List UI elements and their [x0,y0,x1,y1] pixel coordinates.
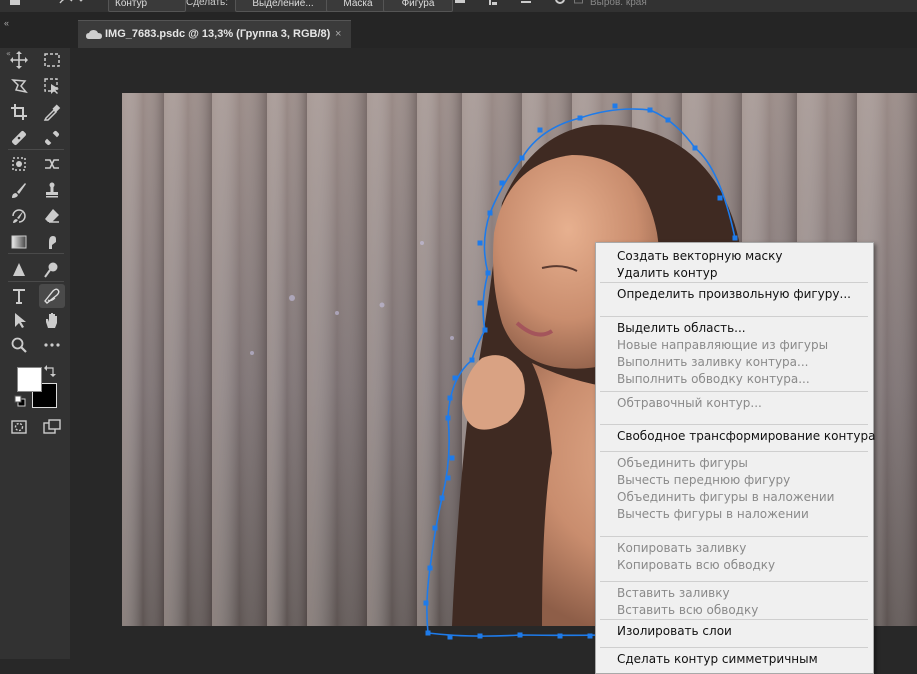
make-label: Сделать: [186,0,229,8]
history-brush-icon[interactable] [6,204,32,228]
menu-item[interactable]: Свободное трансформирование контура [617,429,875,443]
patch-icon[interactable] [39,126,65,150]
quick-mask-icon[interactable] [6,415,32,439]
smudge-icon[interactable] [39,230,65,254]
document-tab-bar: « IMG_7683.psdc @ 13,3% (Группа 3, RGB/8… [0,12,917,49]
menu-separator [600,536,868,537]
path-select-icon[interactable] [6,308,32,332]
home-icon[interactable] [8,0,30,10]
gradient-icon[interactable] [6,230,32,254]
lasso-icon[interactable] [6,74,32,98]
collapse-panels-icon[interactable]: « [4,18,9,28]
menu-separator [600,619,868,620]
menu-item[interactable]: Изолировать слои [617,624,732,638]
foreground-color-swatch[interactable] [17,367,42,392]
menu-item: Выполнить обводку контура... [617,372,810,386]
gear-icon[interactable] [552,0,568,10]
auto-edges-checkbox[interactable] [574,0,584,10]
menu-separator [600,282,868,283]
shape-button[interactable]: Фигура [383,0,453,12]
menu-item[interactable]: Сделать контур симметричным [617,652,818,666]
close-tab-icon[interactable]: × [335,21,341,47]
move-icon[interactable] [6,48,32,72]
default-colors-icon[interactable] [14,395,26,407]
menu-item[interactable]: Создать векторную маску [617,249,783,263]
sharpen-icon[interactable] [6,258,32,282]
context-menu[interactable]: Создать векторную маску Удалить контур Опр… [595,242,875,674]
document-tab[interactable]: IMG_7683.psdc @ 13,3% (Группа 3, RGB/8) … [78,20,351,49]
eraser-icon[interactable] [39,204,65,228]
menu-item: Вставить всю обводку [617,603,759,617]
content-aware-icon[interactable] [6,152,32,176]
menu-item: Копировать всю обводку [617,558,776,572]
auto-edges-label: Выров. края [590,0,647,8]
menu-separator [600,647,868,648]
mode-select[interactable]: Контур [108,0,186,12]
eyedropper-icon[interactable] [39,100,65,124]
brush-icon[interactable] [6,178,32,202]
zoom-icon[interactable] [6,333,32,357]
menu-item: Вставить заливку [617,586,730,600]
more-icon[interactable] [39,333,65,357]
menu-item: Обтравочный контур... [617,396,762,410]
hand-icon[interactable] [39,308,65,332]
menu-item: Копировать заливку [617,541,747,555]
document-title: IMG_7683.psdc @ 13,3% (Группа 3, RGB/8) [105,28,331,40]
menu-item[interactable]: Определить произвольную фигуру... [617,287,851,301]
path-alignment-icon[interactable] [486,0,502,10]
menu-item: Новые направляющие из фигуры [617,338,829,352]
menu-item[interactable]: Удалить контур [617,266,717,280]
menu-separator [600,391,868,392]
menu-item: Объединить фигуры в наложении [617,490,835,504]
options-bar: Контур Сделать: Выделение... Маска Фигур… [0,0,917,12]
cloud-document-icon [86,30,102,39]
menu-item[interactable]: Выделить область... [617,321,746,335]
pen-tool-preset-icon[interactable] [56,0,86,10]
menu-item: Выполнить заливку контура... [617,355,809,369]
marquee-icon[interactable] [39,48,65,72]
menu-separator [600,451,868,452]
screen-mode-icon[interactable] [39,415,65,439]
healing-brush-icon[interactable] [6,126,32,150]
swap-colors-icon[interactable] [44,364,58,378]
menu-item: Вычесть переднюю фигуру [617,473,791,487]
menu-separator [600,316,868,317]
menu-separator [600,424,868,425]
remix-icon[interactable] [39,152,65,176]
pen-icon[interactable] [39,284,65,308]
dodge-icon[interactable] [39,258,65,282]
tools-panel: « [0,48,70,659]
stamp-icon[interactable] [39,178,65,202]
crop-icon[interactable] [6,100,32,124]
path-arrangement-icon[interactable] [518,0,534,10]
menu-separator [600,581,868,582]
object-select-icon[interactable] [39,74,65,98]
type-icon[interactable] [6,284,32,308]
path-operations-icon[interactable] [452,0,468,10]
menu-item: Объединить фигуры [617,456,748,470]
selection-button[interactable]: Выделение... [235,0,331,12]
mask-button[interactable]: Маска [326,0,390,12]
menu-item: Вычесть фигуры в наложении [617,507,809,521]
